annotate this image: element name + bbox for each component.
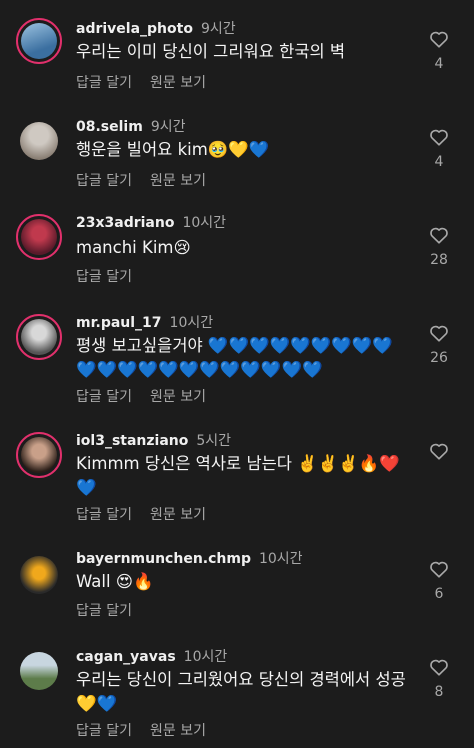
avatar[interactable]: [16, 118, 62, 164]
timestamp: 10시간: [183, 649, 228, 665]
reply-button[interactable]: 답글 달기: [76, 269, 132, 285]
see-translation-button[interactable]: 원문 보기: [150, 75, 206, 91]
like-button[interactable]: [426, 442, 452, 468]
avatar[interactable]: [16, 552, 62, 598]
timestamp: 10시간: [169, 315, 214, 331]
comment-text: Kimmm 당신은 역사로 남는다 ✌️✌️✌️🔥❤️💙: [76, 454, 400, 497]
like-count: 28: [430, 252, 448, 268]
comment-meta: mr.paul_17 10시간: [76, 312, 213, 332]
see-translation-button[interactable]: 원문 보기: [150, 389, 206, 405]
comment-meta: iol3_stanziano 5시간: [76, 430, 231, 450]
comment-actions: 답글 달기 원문 보기: [76, 720, 224, 740]
timestamp: 9시간: [150, 119, 186, 135]
heart-icon: [430, 129, 448, 146]
heart-icon: [430, 31, 448, 48]
like-count: 26: [430, 350, 448, 366]
username[interactable]: iol3_stanziano: [76, 433, 188, 449]
heart-icon: [430, 325, 448, 342]
reply-button[interactable]: 답글 달기: [76, 723, 132, 739]
comment-text: 평생 보고싶을거야 💙💙💙💙💙💙💙💙💙💙💙💙💙💙💙💙💙💙💙💙💙: [76, 336, 393, 379]
username[interactable]: bayernmunchen.chmp: [76, 551, 251, 567]
see-translation-button[interactable]: 원문 보기: [150, 723, 206, 739]
comment-actions: 답글 달기: [76, 266, 150, 286]
timestamp: 10시간: [258, 551, 303, 567]
like-button[interactable]: 4: [426, 128, 452, 170]
reply-button[interactable]: 답글 달기: [76, 507, 132, 523]
like-count: 6: [434, 586, 444, 602]
comment-text: manchi Kim😢: [76, 238, 191, 257]
username[interactable]: adrivela_photo: [76, 21, 193, 37]
comment-meta: 08.selim 9시간: [76, 116, 186, 136]
comment-actions: 답글 달기 원문 보기: [76, 504, 224, 524]
username[interactable]: mr.paul_17: [76, 315, 162, 331]
avatar[interactable]: [16, 648, 62, 694]
avatar[interactable]: [16, 18, 62, 64]
username[interactable]: cagan_yavas: [76, 649, 176, 665]
comment-meta: 23x3adriano 10시간: [76, 212, 226, 232]
like-button[interactable]: 4: [426, 30, 452, 72]
heart-icon: [430, 561, 448, 578]
comment-actions: 답글 달기: [76, 600, 150, 620]
avatar[interactable]: [16, 432, 62, 478]
comment-text: 행운을 빌어요 kim🥹💛💙: [76, 140, 270, 159]
comment-actions: 답글 달기 원문 보기: [76, 170, 224, 190]
reply-button[interactable]: 답글 달기: [76, 603, 132, 619]
like-count: 8: [434, 684, 444, 700]
reply-button[interactable]: 답글 달기: [76, 389, 132, 405]
comment-meta: bayernmunchen.chmp 10시간: [76, 548, 303, 568]
avatar[interactable]: [16, 314, 62, 360]
comment-meta: adrivela_photo 9시간: [76, 18, 236, 38]
reply-button[interactable]: 답글 달기: [76, 75, 132, 91]
username[interactable]: 23x3adriano: [76, 215, 174, 231]
like-button[interactable]: 8: [426, 658, 452, 700]
like-button[interactable]: 6: [426, 560, 452, 602]
see-translation-button[interactable]: 원문 보기: [150, 173, 206, 189]
username[interactable]: 08.selim: [76, 119, 143, 135]
comment-text: 우리는 이미 당신이 그리워요 한국의 벽: [76, 42, 346, 61]
see-translation-button[interactable]: 원문 보기: [150, 507, 206, 523]
comment-actions: 답글 달기 원문 보기: [76, 72, 224, 92]
heart-icon: [430, 443, 448, 460]
like-count: 4: [434, 154, 444, 170]
heart-icon: [430, 659, 448, 676]
timestamp: 9시간: [200, 21, 236, 37]
comment-text: Wall 😍🔥: [76, 572, 154, 591]
like-count: 4: [434, 56, 444, 72]
timestamp: 10시간: [182, 215, 227, 231]
like-button[interactable]: 26: [426, 324, 452, 366]
avatar[interactable]: [16, 214, 62, 260]
comment-text: 우리는 당신이 그리웠어요 당신의 경력에서 성공 💛💙: [76, 670, 406, 713]
heart-icon: [430, 227, 448, 244]
comment-meta: cagan_yavas 10시간: [76, 646, 227, 666]
timestamp: 5시간: [196, 433, 232, 449]
comment-actions: 답글 달기 원문 보기: [76, 386, 224, 406]
like-button[interactable]: 28: [426, 226, 452, 268]
reply-button[interactable]: 답글 달기: [76, 173, 132, 189]
